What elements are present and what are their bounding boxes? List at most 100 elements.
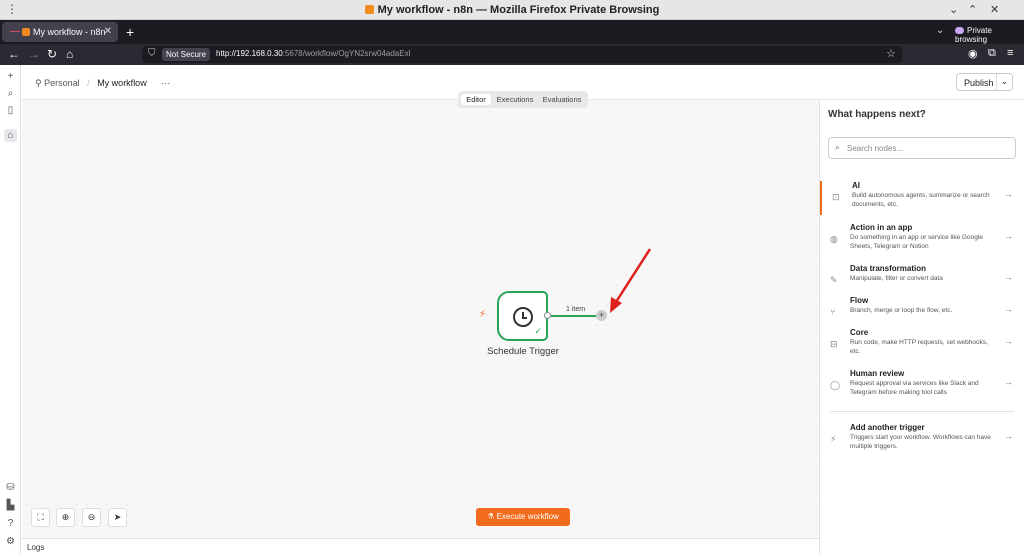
arrow-right-icon: → [1004,272,1013,282]
zoom-out-icon[interactable]: ⊖ [82,508,101,527]
add-node-plus-button[interactable]: + [596,310,607,321]
breadcrumb: ⚲ Personal / My workflow ··· [35,78,170,89]
tab-list-chevron-icon[interactable]: ⌄ [936,25,944,36]
search-icon: ⌕ [835,142,841,152]
n8n-app: + ⌕ ▯ ⌂ ⛁ ▙ ? ⚙ ⚲ Personal / My workflow… [0,65,1024,555]
tab-evaluations[interactable]: Evaluations [540,94,584,105]
not-secure-badge[interactable]: Not Secure [162,48,211,61]
node-creator-panel: What happens next? ⌕ ⊡ AI Build autonomo… [819,100,1024,555]
window-title: My workflow - n8n — Mozilla Firefox Priv… [0,4,1024,16]
option-add-trigger[interactable]: ⚡ Add another trigger Triggers start you… [820,423,1024,457]
node-output-handle[interactable] [544,312,551,319]
bolt-icon: ⚡ [830,434,837,444]
panel-divider [830,411,1014,412]
red-annotation-arrow [610,248,652,313]
tab-executions[interactable]: Executions [494,94,536,105]
option-desc: Branch, merge or loop the flow, etc. [850,307,953,314]
check-circle-icon: ◯ [830,380,841,390]
private-mask-icon [955,27,964,34]
back-icon[interactable]: ← [8,47,20,61]
app-menu-icon[interactable]: ≡ [1007,47,1013,59]
success-check-icon: ✓ [534,326,542,336]
help-icon[interactable]: ? [4,517,17,530]
person-icon: ⚲ [35,78,42,88]
option-title: Data transformation [850,264,927,273]
shield-icon[interactable]: ⛉ [148,48,156,59]
arrow-right-icon: → [1004,377,1013,387]
globe-icon: ◍ [830,234,838,244]
new-tab-icon[interactable]: + [126,24,134,40]
pen-icon: ✎ [830,275,838,285]
connection-line [551,315,598,317]
forward-icon[interactable]: → [28,47,40,61]
option-core[interactable]: ⊟ Core Run code, make HTTP requests, set… [820,328,1024,362]
arrow-right-icon: → [1004,231,1013,241]
option-desc: Do something in an app or service like G… [850,234,983,250]
home-icon[interactable]: ⌂ [66,47,73,61]
tab-audio-indicator-icon [10,31,20,32]
branch-icon: ⑂ [830,307,836,317]
bookmark-star-icon[interactable]: ☆ [886,47,896,60]
sidebar-toggle-icon[interactable]: ▯ [4,104,17,117]
templates-icon[interactable]: ⛁ [4,481,17,494]
settings-gear-icon[interactable]: ⚙ [4,535,17,548]
add-icon[interactable]: + [4,70,17,83]
reload-icon[interactable]: ↻ [47,47,57,61]
option-flow[interactable]: ⑂ Flow Branch, merge or loop the flow, e… [820,296,1024,322]
breadcrumb-separator: / [87,78,90,88]
option-title: Add another trigger [850,423,925,432]
arrow-right-icon: → [1004,431,1013,441]
browser-tab[interactable]: My workflow - n8n ✕ [2,22,118,42]
option-desc: Run code, make HTTP requests, set webhoo… [850,339,988,355]
node-search[interactable]: ⌕ [828,137,1016,159]
url-bar[interactable]: ⛉ Not Secure http://192.168.0.30:5678/wo… [142,46,902,63]
schedule-trigger-node[interactable]: ✓ [497,291,548,341]
minimize-icon[interactable]: ⌄ [949,3,958,16]
overview-home-icon[interactable]: ⌂ [4,129,17,142]
tab-editor[interactable]: Editor [461,94,491,105]
n8n-favicon-icon [364,5,374,14]
arrow-right-icon: → [1004,189,1013,199]
option-desc: Request approval via services like Slack… [850,380,979,396]
publish-dropdown-chevron-icon[interactable]: ⌄ [996,74,1012,90]
close-window-icon[interactable]: ✕ [990,3,999,16]
publish-label: Publish [964,78,994,88]
tab-title: My workflow - n8n [33,27,106,37]
workflow-name[interactable]: My workflow [97,78,147,88]
workflow-more-button[interactable]: ··· [161,78,170,88]
logs-label: Logs [27,543,45,552]
option-desc: Manipulate, filter or convert data [850,275,943,282]
window-titlebar: ⋮ My workflow - n8n — Mozilla Firefox Pr… [0,0,1024,20]
search-icon[interactable]: ⌕ [4,87,17,100]
pocket-icon[interactable]: ◉ [968,47,978,60]
option-ai[interactable]: ⊡ AI Build autonomous agents, summarize … [820,181,1024,215]
option-title: Action in an app [850,223,913,232]
tab-strip: My workflow - n8n ✕ + ⌄ Private browsing [0,20,1024,44]
url-text[interactable]: http://192.168.0.30:5678/workflow/OgYN2s… [216,49,410,58]
maximize-icon[interactable]: ⌃ [968,3,977,16]
arrow-right-icon: → [1004,336,1013,346]
insights-icon[interactable]: ▙ [4,499,17,512]
navigation-bar: ← → ↻ ⌂ ⛉ Not Secure http://192.168.0.30… [0,44,1024,65]
breadcrumb-personal[interactable]: Personal [44,78,80,88]
extensions-icon[interactable]: ⧉ [988,47,996,60]
workflow-canvas[interactable]: Editor Executions Evaluations ⚡ ✓ 1 item… [22,91,819,538]
option-title: Core [850,328,869,337]
option-action-in-app[interactable]: ◍ Action in an app Do something in an ap… [820,223,1024,257]
execute-label: Execute workflow [496,512,559,521]
logs-bar[interactable]: Logs [22,538,819,555]
fit-view-icon[interactable]: ⛶ [31,508,50,527]
zoom-in-icon[interactable]: ⊕ [56,508,75,527]
search-nodes-input[interactable] [847,141,1007,155]
option-human-review[interactable]: ◯ Human review Request approval via serv… [820,369,1024,403]
option-data-transformation[interactable]: ✎ Data transformation Manipulate, filter… [820,264,1024,290]
pointer-icon[interactable]: ➤ [108,508,127,527]
robot-icon: ⊡ [832,192,840,202]
publish-button[interactable]: Publish ⌄ [956,73,1013,91]
execute-workflow-button[interactable]: ⚗ Execute workflow [476,508,570,526]
trigger-bolt-icon: ⚡ [479,309,487,320]
left-sidebar: + ⌕ ▯ ⌂ ⛁ ▙ ? ⚙ [0,65,21,555]
option-title: Flow [850,296,869,305]
close-tab-icon[interactable]: ✕ [104,26,112,37]
option-desc: Triggers start your workflow. Workflows … [850,434,991,450]
